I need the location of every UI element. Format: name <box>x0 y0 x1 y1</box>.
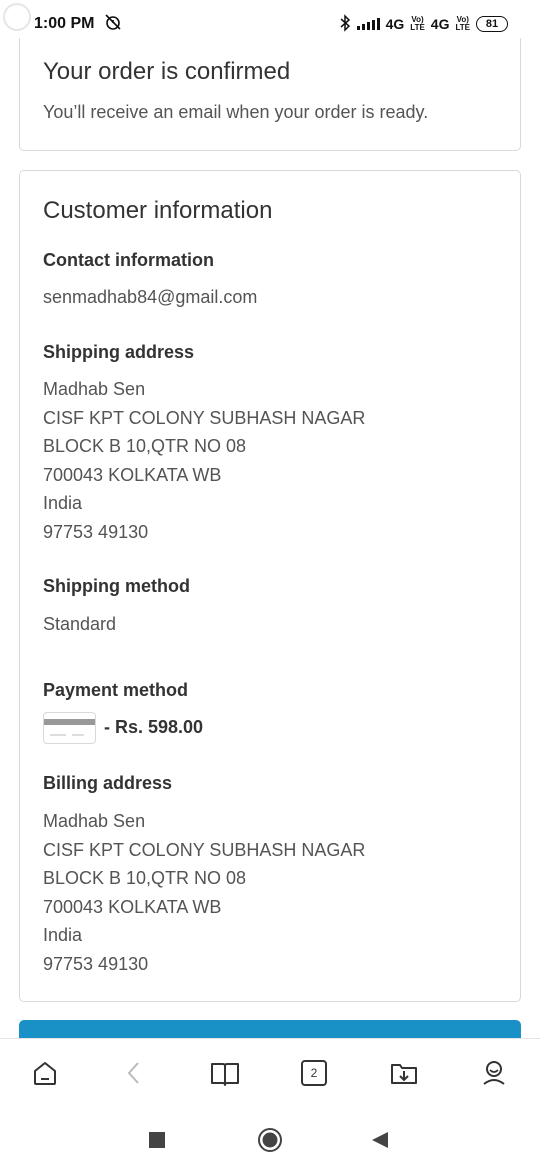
downloads-icon[interactable] <box>388 1057 420 1089</box>
back-button[interactable] <box>362 1122 398 1158</box>
signal-icon <box>356 18 380 30</box>
contact-email: senmadhab84@gmail.com <box>43 287 258 307</box>
shipping-method-label: Shipping method <box>43 576 190 596</box>
shipping-address-label: Shipping address <box>43 342 195 362</box>
shipping-address-line: 97753 49130 <box>43 521 149 542</box>
volte-icon: Vo) LTE <box>410 15 425 32</box>
shipping-address-line: CISF KPT COLONY SUBHASH NAGAR <box>43 407 366 428</box>
payment-method-label: Payment method <box>43 680 189 700</box>
alarm-off-icon <box>104 13 122 36</box>
network-type-1: 4G <box>385 16 405 32</box>
bookmarks-icon[interactable] <box>209 1057 241 1089</box>
billing-address-line: Madhab Sen <box>43 811 146 831</box>
customer-info-title: Customer information <box>43 197 273 224</box>
tabs-icon[interactable]: 2 <box>298 1057 330 1089</box>
android-nav-bar <box>0 1110 540 1170</box>
billing-address-label: Billing address <box>43 773 173 793</box>
network-type-2: 4G <box>430 16 450 32</box>
shipping-address-line: India <box>43 493 83 513</box>
browser-toolbar: 2 <box>0 1038 540 1110</box>
profile-icon[interactable] <box>478 1057 510 1089</box>
billing-address-line: 97753 49130 <box>43 953 149 974</box>
billing-address: Madhab Sen CISF KPT COLONY SUBHASH NAGAR… <box>43 807 365 978</box>
shipping-address-line: BLOCK B 10,QTR NO 08 <box>43 436 247 456</box>
shipping-method-value: Standard <box>43 614 117 634</box>
bluetooth-icon <box>339 13 351 35</box>
shipping-address-line: Madhab Sen <box>43 379 146 399</box>
customer-information-card: Customer information Contact information… <box>19 170 521 1002</box>
home-button[interactable] <box>252 1122 288 1158</box>
payment-amount: - Rs. 598.00 <box>104 717 204 737</box>
billing-address-line: BLOCK B 10,QTR NO 08 <box>43 868 247 888</box>
billing-address-line: CISF KPT COLONY SUBHASH NAGAR <box>43 839 366 860</box>
shipping-address: Madhab Sen CISF KPT COLONY SUBHASH NAGAR… <box>43 375 365 546</box>
billing-address-line: 700043 KOLKATA WB <box>43 896 222 917</box>
shipping-address-line: 700043 KOLKATA WB <box>43 464 222 485</box>
billing-address-line: India <box>43 925 83 945</box>
recent-apps-button[interactable] <box>139 1122 175 1158</box>
status-time: 1:00 PM <box>34 15 95 32</box>
battery-icon: 81 <box>476 16 508 32</box>
volte-icon-2: Vo) LTE <box>455 15 470 32</box>
confirmation-title: Your order is confirmed <box>43 58 291 85</box>
back-icon[interactable] <box>118 1057 150 1089</box>
confirmation-message: You’ll receive an email when your order … <box>43 102 429 122</box>
contact-info-label: Contact information <box>43 250 214 270</box>
order-confirmed-card: Your order is confirmed You’ll receive a… <box>19 38 521 151</box>
tab-count: 2 <box>310 1066 318 1080</box>
home-icon[interactable] <box>29 1057 61 1089</box>
credit-card-icon <box>43 712 96 744</box>
battery-level: 81 <box>485 18 499 30</box>
